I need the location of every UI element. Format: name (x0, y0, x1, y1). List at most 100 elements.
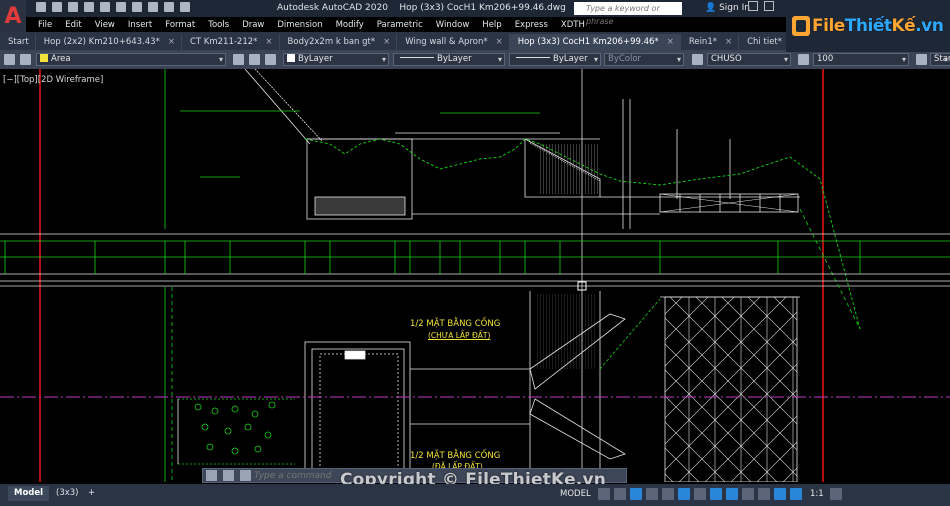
autocad-logo-icon: A (4, 3, 22, 29)
file-tab[interactable]: Wing wall & Apron* × (397, 34, 510, 50)
annotation-scale[interactable]: 1:1 (810, 489, 824, 499)
redo-icon[interactable] (164, 2, 174, 12)
menu-help[interactable]: Help (482, 20, 501, 30)
close-tab-icon[interactable]: × (265, 37, 272, 47)
lineweight-dropdown[interactable]: ByLayer (509, 53, 601, 66)
annotation-visibility-icon[interactable] (774, 488, 786, 500)
exchange-icon[interactable] (764, 1, 774, 11)
color-dropdown[interactable]: ByLayer (283, 53, 389, 66)
undo-icon[interactable] (148, 2, 158, 12)
close-tab-icon[interactable]: × (496, 37, 503, 47)
linetype-preview (400, 57, 434, 58)
menu-format[interactable]: Format (165, 20, 195, 30)
ortho-icon[interactable] (662, 488, 674, 500)
isodraft-icon[interactable] (694, 488, 706, 500)
layer-dropdown[interactable]: Area (36, 53, 226, 66)
linetype-value: ByLayer (437, 54, 472, 64)
menu-modify[interactable]: Modify (336, 20, 364, 30)
table-style-icon[interactable] (916, 54, 927, 65)
sign-in-button[interactable]: 👤 Sign In (705, 3, 750, 13)
menu-express[interactable]: Express (515, 20, 548, 30)
menu-parametric[interactable]: Parametric (377, 20, 423, 30)
lineweight-value: ByLayer (553, 54, 588, 64)
file-tab[interactable]: Rein1* × (681, 34, 740, 50)
dim-style-dropdown[interactable]: 100 (813, 53, 909, 66)
longitudinal-section (164, 69, 800, 229)
polar-tracking-icon[interactable] (678, 488, 690, 500)
close-tab-icon[interactable]: × (168, 37, 175, 47)
close-tab-icon[interactable]: × (667, 37, 674, 47)
text-style-value: CHUSO (711, 54, 742, 64)
menu-file[interactable]: File (38, 20, 52, 30)
properties-toolbar: Area ByLayer ByLayer ByLayer ByColor CHU… (0, 50, 950, 69)
menu-dimension[interactable]: Dimension (277, 20, 322, 30)
object-snap-tracking-icon[interactable] (710, 488, 722, 500)
close-tab-icon[interactable]: × (383, 37, 390, 47)
menu-window[interactable]: Window (436, 20, 470, 30)
layer-properties-icon[interactable] (4, 54, 15, 65)
table-style-dropdown[interactable]: Standard (930, 53, 950, 66)
linetype-dropdown[interactable]: ByLayer (393, 53, 505, 66)
dimension-band (0, 233, 950, 282)
web-save-icon[interactable] (116, 2, 126, 12)
file-tab[interactable]: Hop (3x3) CocH1 Km206+99.46* × (509, 34, 681, 50)
file-tab[interactable]: Start (0, 34, 36, 50)
plotstyle-dropdown[interactable]: ByColor (604, 53, 684, 66)
layer-color-swatch (40, 54, 48, 62)
tab-layout-3x3[interactable]: (3x3) (50, 486, 84, 501)
text-style-dropdown[interactable]: CHUSO (707, 53, 791, 66)
cart-icon[interactable] (748, 1, 758, 11)
tab-model[interactable]: Model (8, 486, 50, 501)
file-tab-label: Hop (3x3) CocH1 Km206+99.46* (517, 37, 659, 47)
file-tab[interactable]: CT Km211-212* × (182, 34, 280, 50)
menu-edit[interactable]: Edit (65, 20, 81, 30)
share-icon[interactable] (180, 2, 190, 12)
make-current-icon[interactable] (233, 54, 244, 65)
dim-style-icon[interactable] (798, 54, 809, 65)
match-layer-icon[interactable] (249, 54, 260, 65)
status-bar: Model (3x3) + MODEL 1:1 (0, 484, 950, 506)
file-tab-label: CT Km211-212* (189, 37, 258, 47)
save-as-icon[interactable] (84, 2, 94, 12)
window-title: Autodesk AutoCAD 2020 Hop (3x3) CocH1 Km… (277, 3, 566, 13)
layer-state-icon[interactable] (20, 54, 31, 65)
slope-line (799, 208, 861, 330)
object-snap-icon[interactable] (726, 488, 738, 500)
window-controls (748, 1, 774, 11)
add-layout-button[interactable]: + (82, 486, 101, 501)
logo-file: File (812, 16, 845, 36)
auto-scale-icon[interactable] (790, 488, 802, 500)
snap-icon[interactable] (614, 488, 626, 500)
drawing-area[interactable]: [−][Top][2D Wireframe] 1/2 MẶT BẰNG CỐNG… (0, 69, 950, 482)
model-space-toggle[interactable]: MODEL (560, 489, 591, 499)
file-tab[interactable]: Body2x2m k ban gt* × (280, 34, 398, 50)
open-icon[interactable] (52, 2, 62, 12)
new-icon[interactable] (36, 2, 46, 12)
text-style-icon[interactable] (692, 54, 703, 65)
command-settings-icon[interactable] (223, 470, 234, 481)
dynamic-input-icon[interactable] (646, 488, 658, 500)
workspace-gear-icon[interactable] (830, 488, 842, 500)
plot-icon[interactable] (132, 2, 142, 12)
transparency-icon[interactable] (758, 488, 770, 500)
riprap-symbols (194, 401, 276, 455)
infer-constraints-icon[interactable] (630, 488, 642, 500)
close-tab-icon[interactable]: × (725, 37, 732, 47)
lineweight-icon[interactable] (742, 488, 754, 500)
grid-icon[interactable] (598, 488, 610, 500)
layer-previous-icon[interactable] (265, 54, 276, 65)
save-icon[interactable] (68, 2, 78, 12)
web-open-icon[interactable] (100, 2, 110, 12)
help-search-input[interactable]: Type a keyword or phrase (574, 2, 682, 26)
app-menu-button[interactable]: A (0, 0, 26, 32)
menu-view[interactable]: View (95, 20, 115, 30)
color-swatch (287, 54, 295, 62)
menu-tools[interactable]: Tools (208, 20, 229, 30)
menu-xdth[interactable]: XDTH (561, 20, 585, 30)
file-tab[interactable]: Hop (2x2) Km210+643.43* × (36, 34, 182, 50)
close-icon[interactable] (206, 470, 217, 481)
menu-insert[interactable]: Insert (128, 20, 152, 30)
viewport-controls[interactable]: [−][Top][2D Wireframe] (3, 75, 103, 85)
file-tab-label: Rein1* (688, 37, 717, 47)
menu-draw[interactable]: Draw (242, 20, 264, 30)
